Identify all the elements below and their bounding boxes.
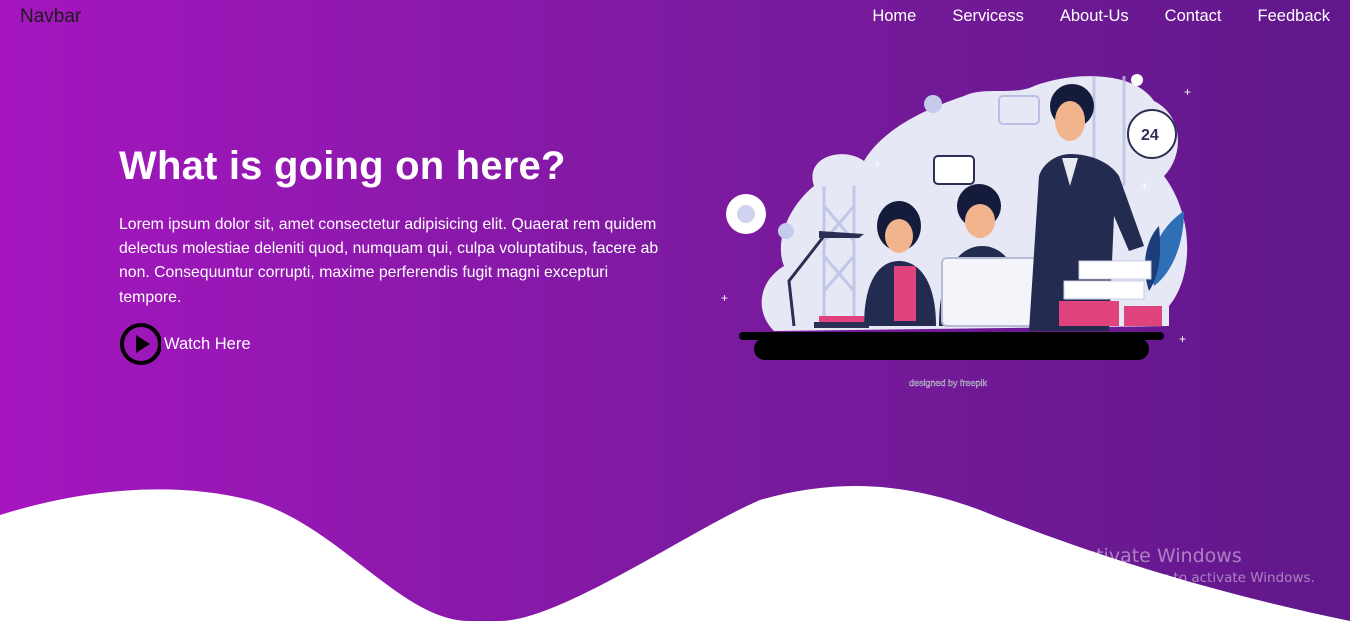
laptop bbox=[941, 257, 1046, 327]
nav-link-feedback[interactable]: Feedback bbox=[1258, 7, 1330, 26]
windows-activation-watermark: Activate Windows Go to Settings to activ… bbox=[1073, 545, 1315, 586]
hero-description: Lorem ipsum dolor sit, amet consectetur … bbox=[119, 216, 659, 306]
chat-bubble-icon bbox=[933, 155, 975, 185]
svg-text:+: + bbox=[1141, 179, 1148, 193]
watch-here-label: Watch Here bbox=[164, 334, 251, 353]
nav-link-services[interactable]: Servicess bbox=[952, 7, 1024, 26]
svg-text:+: + bbox=[874, 157, 881, 171]
nav-link-about-us[interactable]: About-Us bbox=[1060, 7, 1129, 26]
svg-text:+: + bbox=[1184, 85, 1191, 99]
top-gear-icon bbox=[924, 95, 942, 113]
gear-icon bbox=[726, 194, 766, 234]
freepik-credit: designed by freepik bbox=[909, 378, 988, 388]
small-gear-icon bbox=[778, 223, 794, 239]
nav-link-home[interactable]: Home bbox=[872, 7, 916, 26]
watermark-subtitle: Go to Settings to activate Windows. bbox=[1073, 570, 1315, 586]
nav-link-contact[interactable]: Contact bbox=[1165, 7, 1222, 26]
navbar-brand[interactable]: Navbar bbox=[20, 6, 81, 28]
svg-text:+: + bbox=[1179, 332, 1186, 346]
main-nav: Home Servicess About-Us Contact Feedback bbox=[872, 7, 1330, 26]
watch-here-button[interactable]: Watch Here bbox=[119, 323, 251, 365]
watermark-title: Activate Windows bbox=[1073, 545, 1242, 567]
hero-title: What is going on here? bbox=[119, 144, 566, 188]
play-icon[interactable] bbox=[119, 323, 161, 365]
svg-text:24: 24 bbox=[1141, 127, 1159, 144]
svg-text:+: + bbox=[721, 291, 728, 305]
office-team-illustration: 24 + + + + + designed by freepik bbox=[721, 74, 1191, 388]
